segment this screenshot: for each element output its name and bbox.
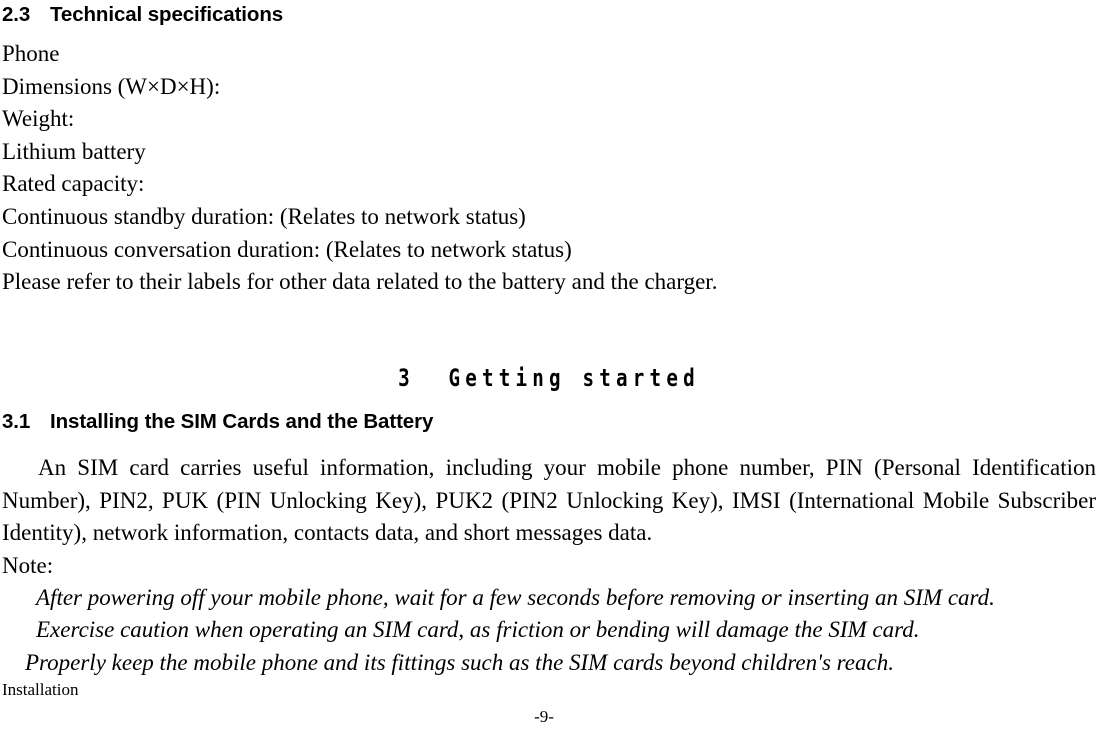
page-number: -9- (534, 707, 554, 726)
spec-line: Dimensions (W×D×H): (2, 73, 221, 99)
spec-line: Continuous standby duration: (Relates to… (2, 203, 526, 229)
technical-specifications-list: Phone Dimensions (W×D×H): Weight: Lithiu… (2, 38, 717, 299)
chapter-heading-3: 3 Getting started (398, 364, 700, 393)
footer-running-label: Installation (2, 680, 79, 699)
spec-line: Phone (2, 41, 60, 66)
section-number-2-3: 2.3 (2, 3, 31, 26)
spec-line: Weight: (2, 106, 75, 132)
spec-line: Rated capacity: (2, 171, 145, 197)
note-item: Exercise caution when operating an SIM c… (36, 617, 920, 642)
document-page: 2.3 Technical specifications Phone Dimens… (0, 2, 1098, 729)
spec-line: Lithium battery (2, 138, 146, 164)
spec-line: Please refer to their labels for other d… (2, 269, 718, 295)
spec-line: Continuous conversation duration: (Relat… (2, 236, 572, 262)
note-item: Properly keep the mobile phone and its f… (25, 650, 894, 675)
sim-card-paragraph: An SIM card carries useful information, … (2, 455, 1096, 546)
note-label: Note: (2, 553, 54, 578)
section-title-2-3: Technical specifications (50, 3, 284, 26)
section-number-3-1: 3.1 (2, 410, 31, 433)
note-item: After powering off your mobile phone, wa… (36, 585, 995, 610)
section-heading-3-1: 3.1 Installing the SIM Cards and the Batt… (2, 409, 433, 435)
section-heading-2-3: 2.3 Technical specifications (2, 2, 1096, 28)
section-title-3-1: Installing the SIM Cards and the Battery (50, 410, 434, 433)
